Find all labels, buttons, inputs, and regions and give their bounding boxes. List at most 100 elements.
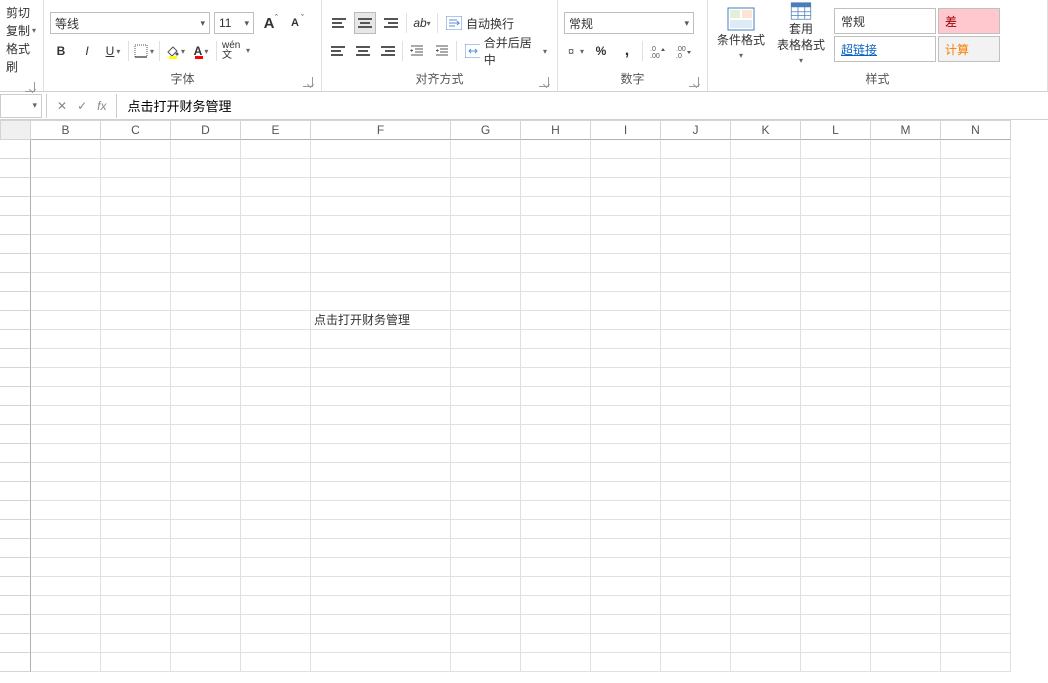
column-header[interactable]: N <box>941 120 1011 140</box>
cell[interactable] <box>101 330 171 349</box>
fill-color-button[interactable]: ▾ <box>164 40 186 62</box>
cell[interactable] <box>941 235 1011 254</box>
cell[interactable] <box>941 178 1011 197</box>
cell[interactable] <box>101 140 171 159</box>
row-header[interactable] <box>0 444 31 463</box>
cell[interactable] <box>241 653 311 672</box>
cell[interactable] <box>941 482 1011 501</box>
cell[interactable] <box>101 292 171 311</box>
cell[interactable] <box>451 216 521 235</box>
cell[interactable] <box>731 482 801 501</box>
cell[interactable] <box>801 273 871 292</box>
cell[interactable] <box>731 140 801 159</box>
row-header[interactable] <box>0 235 31 254</box>
row-header[interactable] <box>0 463 31 482</box>
cell[interactable] <box>241 387 311 406</box>
cell[interactable] <box>521 539 591 558</box>
cell[interactable] <box>241 330 311 349</box>
cell[interactable] <box>31 577 101 596</box>
font-name-combo[interactable]: 等线▾ <box>50 12 210 34</box>
cell[interactable] <box>31 596 101 615</box>
cell[interactable] <box>661 254 731 273</box>
cell[interactable] <box>451 501 521 520</box>
row-header[interactable] <box>0 520 31 539</box>
cell[interactable] <box>731 520 801 539</box>
cell[interactable] <box>661 596 731 615</box>
cell[interactable] <box>31 501 101 520</box>
cell[interactable] <box>801 425 871 444</box>
cell[interactable] <box>871 140 941 159</box>
name-box[interactable]: ▾ <box>0 94 42 118</box>
cell[interactable] <box>591 425 661 444</box>
style-bad[interactable]: 差 <box>938 8 1000 34</box>
cell[interactable] <box>451 349 521 368</box>
cell[interactable] <box>171 425 241 444</box>
column-header[interactable]: H <box>521 120 591 140</box>
decrease-font-button[interactable]: Aˇ <box>284 12 306 34</box>
cell[interactable] <box>521 596 591 615</box>
cell[interactable] <box>241 425 311 444</box>
cell[interactable] <box>521 425 591 444</box>
cell[interactable] <box>661 501 731 520</box>
cell[interactable] <box>941 653 1011 672</box>
cell[interactable] <box>311 653 451 672</box>
cell[interactable] <box>451 140 521 159</box>
cell[interactable] <box>661 140 731 159</box>
row-header[interactable] <box>0 178 31 197</box>
cell[interactable] <box>521 501 591 520</box>
cell[interactable] <box>311 197 451 216</box>
cell[interactable] <box>451 482 521 501</box>
cell[interactable] <box>731 368 801 387</box>
cell[interactable] <box>31 653 101 672</box>
cell[interactable] <box>801 482 871 501</box>
cell[interactable] <box>871 292 941 311</box>
row-header[interactable] <box>0 216 31 235</box>
cell[interactable] <box>241 159 311 178</box>
font-launcher-icon[interactable] <box>303 77 313 87</box>
cell[interactable] <box>801 653 871 672</box>
cell[interactable] <box>871 235 941 254</box>
cell[interactable] <box>241 368 311 387</box>
cell[interactable] <box>871 330 941 349</box>
cell[interactable] <box>661 520 731 539</box>
cell[interactable] <box>311 520 451 539</box>
column-header[interactable]: G <box>451 120 521 140</box>
cancel-formula-button[interactable]: ✕ <box>57 99 67 113</box>
cell[interactable] <box>451 577 521 596</box>
row-header[interactable] <box>0 254 31 273</box>
formula-input[interactable] <box>119 94 1048 118</box>
cell[interactable] <box>731 425 801 444</box>
cell[interactable] <box>31 444 101 463</box>
cell[interactable] <box>451 558 521 577</box>
cell[interactable] <box>311 558 451 577</box>
phonetic-button[interactable]: wén文▾ <box>221 40 251 62</box>
cell[interactable] <box>871 482 941 501</box>
cell[interactable] <box>171 444 241 463</box>
cell[interactable] <box>241 520 311 539</box>
cell[interactable] <box>31 558 101 577</box>
cell[interactable] <box>451 520 521 539</box>
column-header[interactable]: K <box>731 120 801 140</box>
cell[interactable] <box>521 406 591 425</box>
row-header[interactable] <box>0 501 31 520</box>
cell[interactable] <box>521 330 591 349</box>
cell[interactable] <box>171 482 241 501</box>
column-header[interactable]: F <box>311 120 451 140</box>
cell[interactable] <box>171 615 241 634</box>
row-header[interactable] <box>0 653 31 672</box>
cell[interactable] <box>101 615 171 634</box>
cell[interactable] <box>241 349 311 368</box>
cell[interactable] <box>591 463 661 482</box>
cell[interactable] <box>241 463 311 482</box>
cell[interactable] <box>171 197 241 216</box>
cell[interactable] <box>591 520 661 539</box>
cell[interactable] <box>591 235 661 254</box>
cell[interactable] <box>871 596 941 615</box>
cell[interactable] <box>661 463 731 482</box>
cell[interactable] <box>241 482 311 501</box>
cell[interactable] <box>591 444 661 463</box>
cell[interactable] <box>801 596 871 615</box>
cell[interactable] <box>31 482 101 501</box>
cell[interactable] <box>241 311 311 330</box>
cell[interactable] <box>731 444 801 463</box>
